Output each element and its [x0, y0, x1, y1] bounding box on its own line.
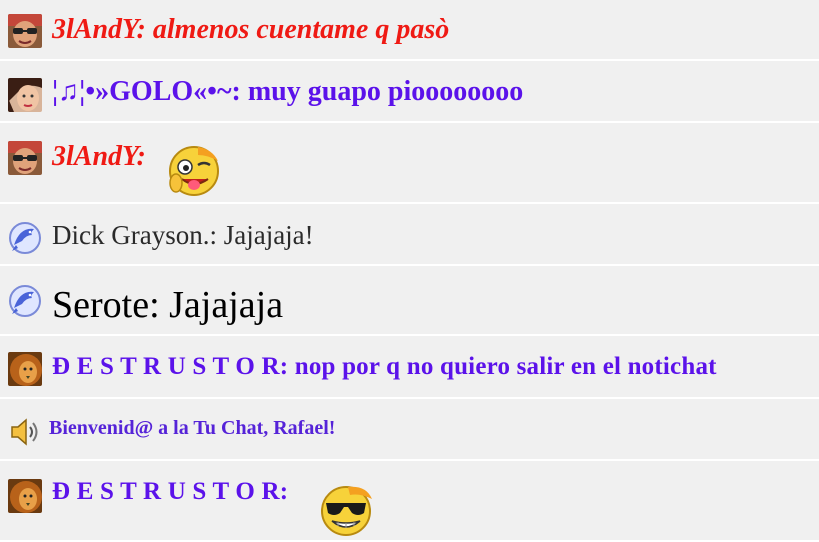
message-content: Đ E S T R U S T O R: — [52, 478, 288, 506]
chat-message: 3lAndY: — [0, 123, 819, 202]
chat-message: ¦♫¦•»GOLO«•~: muy guapo pioooooooo — [0, 61, 819, 121]
nickname: ¦♫¦•»GOLO«•~: — [52, 76, 241, 107]
message-content: 3lAndY: — [52, 141, 146, 173]
nickname: Serote: — [52, 284, 160, 326]
message-content: Bienvenid@ a la Tu Chat, Rafael! — [49, 417, 335, 440]
message-text: muy guapo pioooooooo — [240, 76, 524, 107]
chat-log: 3lAndY: almenos cuentame q pasò ¦♫¦•»GOL… — [0, 0, 819, 540]
message-text: almenos cuentame q pasò — [145, 14, 450, 45]
dolphin-avatar — [8, 284, 42, 318]
message-content: 3lAndY: almenos cuentame q pasò — [52, 14, 449, 46]
message-text: Jajajaja! — [216, 220, 314, 250]
system-text: Bienvenid@ a la Tu Chat, Rafael! — [49, 417, 336, 439]
chat-message: Dick Grayson.: Jajajaja! — [0, 204, 819, 264]
andy-avatar — [8, 14, 42, 48]
message-content: Dick Grayson.: Jajajaja! — [52, 220, 314, 251]
message-content: Đ E S T R U S T O R: nop por q no quiero… — [52, 353, 717, 381]
chat-message: Đ E S T R U S T O R: — [0, 461, 819, 540]
message-content: Serote: Jajajaja — [52, 283, 283, 327]
message-text: Jajajaja — [159, 284, 284, 326]
message-text: nop por q no quiero salir en el notichat — [288, 353, 717, 380]
chat-message: 3lAndY: almenos cuentame q pasò — [0, 0, 819, 59]
speaker-icon — [9, 417, 41, 447]
dolphin-avatar — [8, 221, 42, 255]
nickname: Đ E S T R U S T O R: — [52, 353, 289, 380]
message-content: ¦♫¦•»GOLO«•~: muy guapo pioooooooo — [52, 76, 523, 108]
chat-message: Serote: Jajajaja — [0, 266, 819, 334]
system-message: Bienvenid@ a la Tu Chat, Rafael! — [0, 399, 819, 459]
nickname: Dick Grayson.: — [52, 220, 217, 250]
andy-avatar — [8, 141, 42, 175]
cool-sunglasses-emoticon — [318, 481, 374, 542]
winking-tongue-emoticon — [168, 143, 224, 204]
lion-avatar — [8, 479, 42, 513]
lion-avatar — [8, 352, 42, 386]
chat-message: Đ E S T R U S T O R: nop por q no quiero… — [0, 336, 819, 397]
nickname: 3lAndY: — [52, 14, 146, 45]
nickname: Đ E S T R U S T O R: — [52, 478, 289, 505]
golo-avatar — [8, 78, 42, 112]
nickname: 3lAndY: — [52, 141, 146, 172]
